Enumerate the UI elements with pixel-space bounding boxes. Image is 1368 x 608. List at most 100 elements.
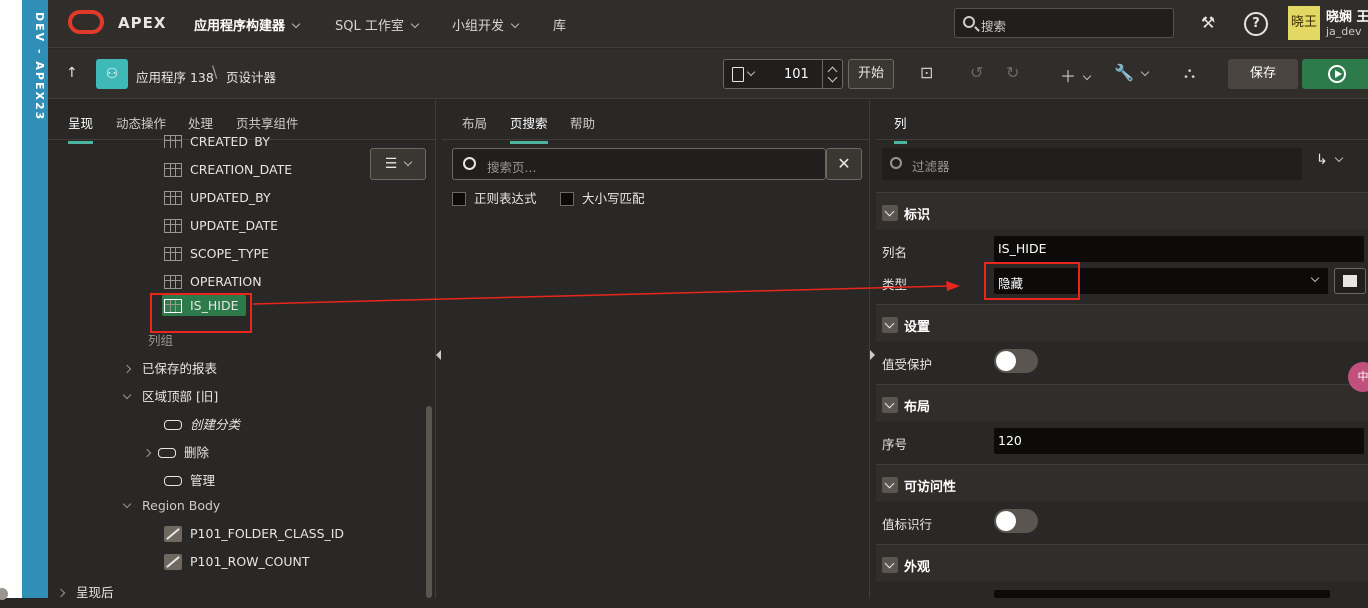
chevron-down-icon: [1310, 273, 1320, 283]
column-icon: [164, 219, 182, 233]
status-dot: [0, 588, 8, 600]
section-appearance[interactable]: 外观: [876, 544, 1368, 582]
tab-rendering[interactable]: 呈现: [68, 113, 94, 144]
right-splitter-handle[interactable]: [870, 350, 875, 360]
value-identifies-row-label: 值标识行: [882, 517, 933, 532]
tab-processing[interactable]: 处理: [188, 113, 213, 132]
search-icon: [463, 157, 476, 170]
tree-node-after-render[interactable]: 呈现后: [56, 582, 114, 608]
tree-node-manage[interactable]: 管理: [164, 470, 215, 496]
undo-icon[interactable]: ↺: [970, 63, 983, 82]
section-layout[interactable]: 布局: [876, 384, 1368, 422]
up-arrow-icon[interactable]: ↑: [66, 65, 78, 81]
page-designer-toolbar: ↑ ⚇ 应用程序 138 \ 页设计器 101 开始 ⊡ ↺ ↻ ＋ 🔧 ⛬ 保…: [48, 49, 1368, 99]
tree-node-column-group[interactable]: 列组: [148, 330, 173, 356]
top-navigation: APEX 应用程序构建器 SQL 工作室 小组开发 库 搜索 ⚒ ? 晓王 晓娴…: [48, 0, 1368, 48]
menu-app-builder[interactable]: 应用程序构建器: [194, 15, 301, 34]
menu-sql-workshop[interactable]: SQL 工作室: [335, 15, 420, 34]
sequence-label: 序号: [882, 437, 908, 452]
property-filter-input[interactable]: 过滤器: [882, 148, 1302, 180]
appearance-template-field[interactable]: [994, 590, 1330, 598]
case-match-checkbox[interactable]: 大小写匹配: [560, 188, 645, 207]
column-icon: [164, 163, 182, 177]
tree-node-update-date[interactable]: UPDATE_DATE: [164, 218, 278, 244]
column-name-label: 列名: [882, 245, 908, 260]
application-icon[interactable]: ⚇: [96, 59, 128, 89]
tree-node-created-by[interactable]: CREATED_BY: [164, 134, 270, 148]
tab-layout[interactable]: 布局: [462, 113, 487, 132]
add-menu-icon[interactable]: ＋: [1060, 63, 1092, 87]
goto-group-icon[interactable]: ↳: [1316, 152, 1343, 168]
left-scrollbar[interactable]: [426, 406, 432, 598]
page-number-field[interactable]: 101: [723, 59, 843, 89]
oracle-logo-icon[interactable]: [68, 10, 104, 34]
tab-column[interactable]: 列: [894, 113, 907, 144]
property-editor-pane: 列 过滤器 ↳ 标识 列名 IS_HIDE 类型 隐藏 设置 值受保护 布局 序…: [876, 100, 1368, 598]
value-protected-label: 值受保护: [882, 357, 933, 372]
global-search-input[interactable]: 搜索: [954, 8, 1174, 38]
hidden-item-icon: [164, 526, 182, 542]
chevron-right-icon: [56, 588, 66, 598]
lock-icon[interactable]: ⊡: [920, 63, 933, 82]
page-search-input[interactable]: 搜索页...: [452, 148, 826, 180]
tree-node-saved-reports[interactable]: 已保存的报表: [122, 358, 217, 384]
chevron-right-icon: [142, 448, 152, 458]
tab-dynamic-actions[interactable]: 动态操作: [116, 113, 166, 132]
tree-node-create-category[interactable]: 创建分类: [164, 414, 240, 440]
user-name[interactable]: 晓娴 王: [1326, 6, 1368, 25]
apex-brand[interactable]: APEX: [118, 14, 166, 32]
utilities-wrench-icon[interactable]: 🔧: [1114, 63, 1150, 82]
value-protected-toggle[interactable]: [994, 349, 1038, 373]
save-button[interactable]: 保存: [1228, 59, 1298, 89]
chevron-down-icon: [122, 390, 132, 400]
column-icon: [164, 247, 182, 261]
play-icon: [1328, 65, 1346, 83]
go-button[interactable]: 开始: [848, 59, 894, 89]
avatar[interactable]: 晓王: [1288, 6, 1320, 40]
breadcrumb-app[interactable]: 应用程序 138: [136, 67, 214, 86]
tree-node-folder-class-id[interactable]: P101_FOLDER_CLASS_ID: [164, 526, 344, 552]
collapse-icon: [882, 557, 898, 573]
tree-node-creation-date[interactable]: CREATION_DATE: [164, 162, 292, 188]
help-icon[interactable]: ?: [1244, 12, 1268, 36]
tree-node-region-top[interactable]: 区域顶部 [旧]: [122, 386, 218, 412]
redo-icon[interactable]: ↻: [1006, 63, 1019, 82]
tree-menu-button[interactable]: ☰: [370, 148, 426, 180]
sequence-field[interactable]: 120: [994, 428, 1364, 454]
tab-page-search[interactable]: 页搜索: [510, 113, 548, 144]
breadcrumb-separator: \: [212, 62, 218, 81]
chevron-down-icon: [410, 19, 420, 29]
chevron-down-icon[interactable]: [746, 67, 756, 77]
tab-help[interactable]: 帮助: [570, 113, 595, 132]
section-settings[interactable]: 设置: [876, 304, 1368, 342]
shared-components-icon[interactable]: ⛬: [1184, 63, 1195, 83]
left-splitter-handle[interactable]: [436, 350, 441, 360]
run-button[interactable]: [1302, 59, 1368, 89]
section-accessibility[interactable]: 可访问性: [876, 464, 1368, 502]
tab-page-shared-components[interactable]: 页共享组件: [236, 113, 299, 132]
apex-app: APEX 应用程序构建器 SQL 工作室 小组开发 库 搜索 ⚒ ? 晓王 晓娴…: [48, 0, 1368, 600]
button-icon: [164, 476, 182, 486]
tree-node-row-count[interactable]: P101_ROW_COUNT: [164, 554, 309, 580]
tree-node-region-body[interactable]: Region Body: [122, 498, 220, 524]
tree-node-updated-by[interactable]: UPDATED_BY: [164, 190, 271, 216]
environment-label: DEV - APEX23: [33, 12, 46, 122]
section-identification[interactable]: 标识: [876, 192, 1368, 230]
document-icon: [732, 67, 744, 82]
tree-node-delete[interactable]: 删除: [142, 442, 209, 468]
column-name-field[interactable]: IS_HIDE: [994, 236, 1364, 262]
environment-banner: [0, 0, 48, 598]
annotation-highlight-box: [150, 293, 252, 333]
menu-gallery[interactable]: 库: [553, 15, 566, 34]
list-of-values-button[interactable]: [1334, 268, 1366, 294]
clear-search-button[interactable]: ✕: [826, 148, 862, 180]
tree-node-scope-type[interactable]: SCOPE_TYPE: [164, 246, 269, 272]
page-stepper[interactable]: [822, 60, 843, 88]
regex-checkbox[interactable]: 正则表达式: [452, 188, 537, 207]
menu-team-development[interactable]: 小组开发: [452, 15, 520, 34]
value-identifies-row-toggle[interactable]: [994, 509, 1038, 533]
annotation-highlight-box: [984, 262, 1080, 300]
admin-tools-icon[interactable]: ⚒: [1196, 12, 1220, 36]
user-id: ja_dev: [1326, 25, 1362, 38]
search-icon: [890, 157, 902, 169]
